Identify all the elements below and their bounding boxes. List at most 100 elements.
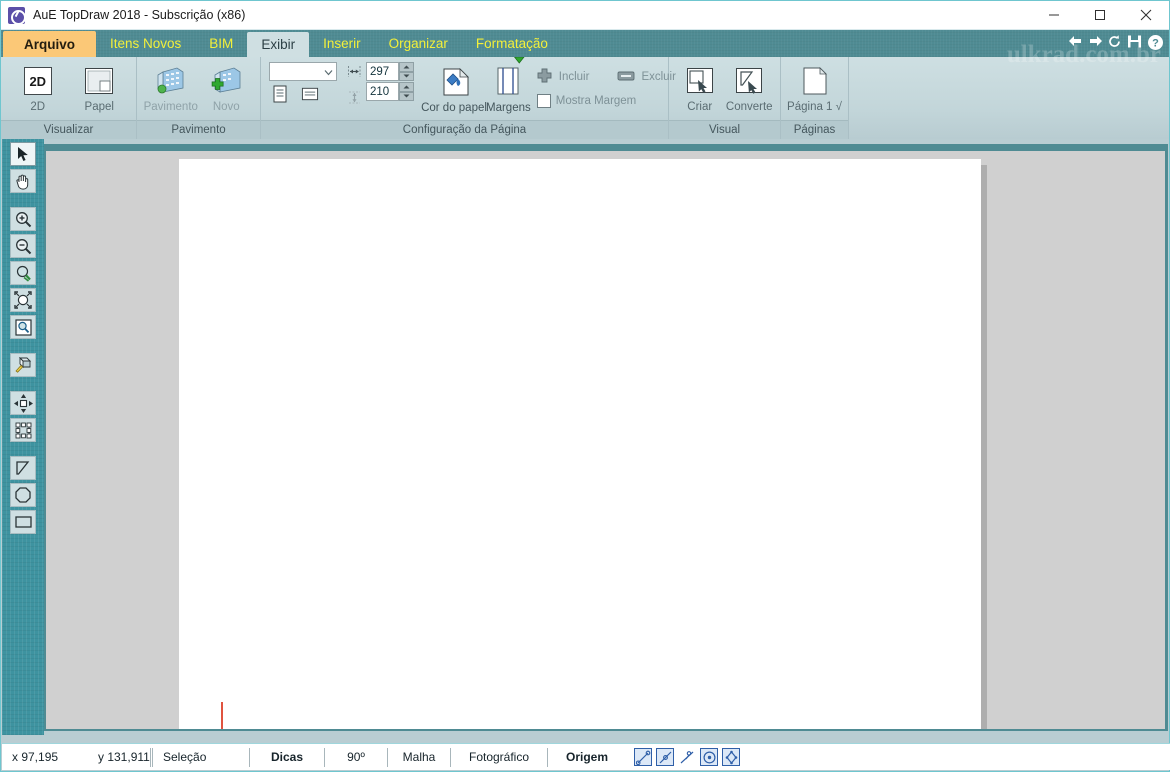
snap-perpendicular-icon[interactable]	[678, 748, 696, 766]
ribbon-group-page-setup: 297 210 Cor do papel Margens Incluir Exc…	[261, 57, 676, 139]
status-render[interactable]: Fotográfico	[451, 744, 547, 771]
tab-exibir[interactable]: Exibir	[247, 32, 310, 57]
page-height-value[interactable]: 210	[366, 82, 399, 101]
paint-bucket-icon	[437, 65, 471, 99]
tab-inserir[interactable]: Inserir	[309, 30, 375, 57]
tab-organizar[interactable]: Organizar	[375, 30, 462, 57]
origin-axes-marker	[177, 702, 233, 729]
origin-y-axis	[221, 702, 223, 729]
status-grid[interactable]: Malha	[388, 744, 450, 771]
ribbon-group-visualizar-title: Visualizar	[1, 120, 136, 139]
button-paper-color[interactable]: Cor do papel	[421, 62, 487, 114]
ribbon-group-visualizar: 2D 2D Papel Visualizar	[1, 57, 137, 139]
button-paper-view[interactable]: Papel	[69, 61, 131, 113]
new-floor-icon	[209, 64, 243, 98]
page-height-stepper[interactable]: 210	[366, 82, 414, 101]
tab-formatacao[interactable]: Formatação	[462, 30, 562, 57]
drawing-page[interactable]	[179, 159, 981, 729]
spin-up-icon[interactable]	[399, 82, 414, 92]
refresh-icon[interactable]	[1107, 34, 1123, 50]
button-pavimento-label: Pavimento	[143, 101, 198, 113]
help-icon[interactable]: ?	[1147, 34, 1163, 50]
ribbon-group-paginas: Página 1 √ Páginas	[781, 57, 849, 139]
button-margins-label: Margens	[486, 102, 531, 114]
minimize-icon[interactable]	[1031, 1, 1077, 29]
pan-hand-tool[interactable]	[10, 169, 36, 193]
floor-building-icon	[154, 64, 188, 98]
status-angle[interactable]: 90º	[325, 744, 387, 771]
button-converte-visual[interactable]: Converte	[725, 61, 775, 113]
spin-down-icon[interactable]	[399, 71, 414, 81]
page-width-stepper[interactable]: 297	[366, 62, 414, 81]
spin-down-icon[interactable]	[399, 91, 414, 101]
zoom-window-tool[interactable]	[10, 315, 36, 339]
window-title: AuE TopDraw 2018 - Subscrição (x86)	[33, 8, 246, 22]
move-tool[interactable]	[10, 391, 36, 415]
status-origin[interactable]: Origem	[548, 744, 626, 771]
3d-view-tool[interactable]	[10, 353, 36, 377]
maximize-icon[interactable]	[1077, 1, 1123, 29]
button-pagina-1[interactable]: Página 1 √	[787, 61, 842, 113]
view-2d-icon: 2D	[21, 64, 55, 98]
redo-icon[interactable]	[1087, 34, 1103, 50]
button-pavimento[interactable]: Pavimento	[143, 61, 199, 113]
convert-view-icon	[732, 64, 766, 98]
button-margins[interactable]: Margens	[486, 57, 531, 114]
landscape-icon[interactable]	[301, 85, 319, 103]
tab-bim[interactable]: BIM	[195, 30, 247, 57]
status-coord-x: x 97,195	[12, 750, 59, 764]
tab-itens-novos[interactable]: Itens Novos	[96, 30, 195, 57]
button-novo-pavimento[interactable]: Novo	[199, 61, 255, 113]
paper-size-select[interactable]	[269, 62, 337, 81]
margins-dropdown-arrow-icon[interactable]	[513, 57, 525, 69]
snap-midpoint-icon[interactable]	[656, 748, 674, 766]
select-arrow-tool[interactable]	[10, 142, 36, 166]
height-icon	[347, 90, 362, 110]
polyline-tool[interactable]	[10, 456, 36, 480]
status-mode[interactable]: Seleção	[153, 744, 249, 771]
close-icon[interactable]	[1123, 1, 1169, 29]
checkbox-box[interactable]	[536, 94, 551, 108]
portrait-icon[interactable]	[271, 85, 289, 103]
save-icon[interactable]	[1127, 34, 1143, 50]
page-width-spin-arrows[interactable]	[399, 62, 414, 81]
snap-node-icon[interactable]	[722, 748, 740, 766]
zoom-extents-tool[interactable]	[10, 288, 36, 312]
page-height-spin-arrows[interactable]	[399, 82, 414, 101]
create-view-icon	[683, 64, 717, 98]
checkbox-mostra-margem[interactable]: Mostra Margem	[536, 94, 676, 108]
ribbon-group-visual: Criar Converte Visual	[669, 57, 781, 139]
snap-endpoint-icon[interactable]	[634, 748, 652, 766]
undo-icon[interactable]	[1067, 34, 1083, 50]
button-view-2d[interactable]: 2D 2D	[7, 61, 69, 113]
circle-tool[interactable]	[10, 483, 36, 507]
ribbon-group-page-setup-title: Configuração da Página	[261, 120, 668, 139]
margins-icon	[491, 65, 525, 99]
left-tool-palette	[2, 139, 44, 735]
button-incluir[interactable]: Incluir	[537, 68, 590, 86]
ribbon-group-filler	[849, 57, 1169, 139]
ribbon-panel: 2D 2D Papel Visualizar Pavimento Novo Pa…	[1, 57, 1169, 139]
status-tips[interactable]: Dicas	[250, 744, 324, 771]
button-novo-pavimento-label: Novo	[212, 101, 240, 113]
zoom-dynamic-tool[interactable]	[10, 261, 36, 285]
button-excluir[interactable]: Excluir	[617, 68, 676, 86]
button-criar-visual-label: Criar	[687, 101, 713, 113]
status-snap-toggles	[626, 748, 740, 766]
page-width-value[interactable]: 297	[366, 62, 399, 81]
button-incluir-label: Incluir	[558, 71, 590, 83]
select-area-tool[interactable]	[10, 418, 36, 442]
tab-arquivo[interactable]: Arquivo	[3, 31, 96, 57]
spin-up-icon[interactable]	[399, 62, 414, 72]
button-criar-visual[interactable]: Criar	[675, 61, 725, 113]
app-logo-icon	[8, 6, 26, 25]
snap-center-icon[interactable]	[700, 748, 718, 766]
status-coord-y: y 131,911	[98, 750, 150, 764]
ribbon-group-pavimento: Pavimento Novo Pavimento	[137, 57, 261, 139]
paper-view-icon	[82, 64, 116, 98]
zoom-out-tool[interactable]	[10, 234, 36, 258]
chevron-down-icon	[324, 63, 333, 81]
zoom-in-tool[interactable]	[10, 207, 36, 231]
rectangle-tool[interactable]	[10, 510, 36, 534]
drawing-canvas[interactable]	[46, 151, 1165, 729]
